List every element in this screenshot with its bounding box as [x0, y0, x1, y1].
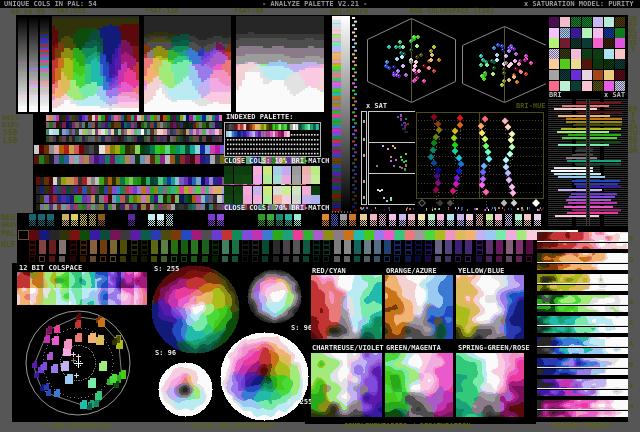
primary-range-letter-M: M: [629, 403, 634, 411]
primary-range-letter-B: B: [629, 361, 634, 369]
primary-range-letter-Y: Y: [629, 277, 634, 285]
colorspace-title: RGB-COLORSPACE (ISO): [410, 7, 495, 15]
comp-panel-red-cyan[interactable]: [311, 275, 382, 339]
disc-label-0: S: 255: [154, 265, 180, 273]
sat-panel-label-128: *SAT:128: [145, 7, 179, 15]
colspace12-tiles: [17, 272, 147, 305]
colspace12-label: 12 BIT COLSPACE: [19, 264, 83, 272]
primary-range-letter-O: O: [629, 256, 634, 264]
comp-label-4: GREEN/MAGENTA: [386, 344, 441, 352]
close-cols-10-label: CLOSE COLS: 10% BRI-MATCH: [224, 157, 330, 165]
sat-axis-label: x SAT: [604, 91, 626, 99]
disc-label-1: S: 96: [291, 324, 313, 332]
primary-range-letter-R: R: [629, 235, 634, 243]
comp-label-1: ORANGE/AZURE: [386, 267, 437, 275]
palette-strip-s50: [46, 129, 222, 135]
indexed-palette-title: INDEXED PALETTE:: [226, 113, 294, 121]
bri-sat-side-label: BRI & SATURATION: [628, 105, 640, 155]
hlf-row-label: HLF: [1, 240, 16, 249]
disc-label-3: S: 255: [287, 398, 313, 406]
polar-hue-saturation-plot[interactable]: [14, 305, 150, 421]
comp-panel-spring-green-rose[interactable]: [456, 353, 524, 417]
comp-panel-green-magenta[interactable]: [385, 353, 453, 417]
primary-ranges-strips[interactable]: [537, 232, 628, 421]
hue-ticks-row: [360, 207, 546, 212]
primary-range-letter-G: G: [629, 298, 634, 306]
bri-match-strip: [330, 15, 357, 213]
saturation-model: x SATURATION MODEL: PURITY: [524, 0, 634, 8]
palette-strip-l50: [46, 136, 222, 142]
bri-hue-chart[interactable]: [415, 110, 546, 207]
hue-brightness-map-sat48[interactable]: [236, 16, 324, 112]
comp-label-2: YELLOW/BLUE: [458, 267, 505, 275]
ramp-columns-label: R0 50 85: [11, 8, 45, 16]
indexed-palette-box[interactable]: [224, 122, 321, 157]
pal-row-label: PAL: [1, 229, 16, 238]
sat-scatter-label: x SAT: [366, 102, 388, 110]
status-primary-ranges: PRIMARY RANGES: [552, 422, 612, 430]
palette-strip-b10: [46, 122, 222, 128]
hue-brightness-map-sat255[interactable]: [52, 16, 139, 112]
status-hue-saturation: * HUE-SATURATION: [43, 422, 111, 430]
gray-row-label: GRAY: [1, 221, 18, 229]
gray-ramp-column-50: [29, 16, 38, 112]
close-cols-10-swatches: [224, 166, 320, 184]
palette-strip-b65: [46, 115, 222, 121]
useful-mixes-grid[interactable]: [548, 16, 628, 91]
close-cols-70-label: CLOSE COLS: 70% BRI-MATCH: [224, 204, 330, 212]
comp-panel-yellow-blue[interactable]: [456, 275, 524, 339]
comp-label-0: RED/CYAN: [312, 267, 346, 275]
hue-brightness-map-sat128[interactable]: [144, 16, 231, 112]
sat-panel-label-255: *SAT:255: [52, 7, 86, 15]
gray-ramp-column-85: [40, 16, 49, 112]
strip-label-l50: L50: [3, 136, 18, 145]
primary-range-letter-A: A: [629, 340, 634, 348]
comp-panel-orange-azure[interactable]: [385, 275, 453, 339]
primary-range-letter-C: C: [629, 319, 634, 327]
primary-range-letter-V: V: [629, 382, 634, 390]
gray-ramp-column-0: [18, 16, 27, 112]
bri-sat-bars-chart[interactable]: [548, 99, 628, 226]
close-cols-70-swatches: [224, 186, 320, 204]
rgb-colorspace-cubes[interactable]: [360, 16, 546, 110]
comp-panel-chartreuse-violet[interactable]: [311, 353, 382, 417]
app-title: - ANALYZE PALETTE V2.21 -: [262, 0, 368, 8]
sat-scatter-boxes[interactable]: [360, 110, 416, 207]
status-polar-hue-brightness: * POLAR HUE-BRIGHTNESS: [184, 422, 277, 430]
bri-hue-label: BRI-HUE: [516, 102, 546, 110]
sat-panel-label-48: *SAT:48: [234, 7, 264, 15]
analyze-palette-screen: UNIQUE COLS IN PAL: 54 - ANALYZE PALETTE…: [0, 0, 640, 432]
neutral-pins-row: [17, 213, 547, 228]
comp-label-3: CHARTREUSE/VIOLET: [312, 344, 384, 352]
useful-mixes-title: USEFUL MIXES: [628, 15, 638, 53]
disc-label-2: S: 96: [155, 349, 177, 357]
palette-row: [17, 230, 578, 240]
half-brightness-row: [17, 240, 578, 262]
status-complementaries: COMPLEMENTARIES / DESATURATION: [344, 422, 471, 430]
comp-label-5: SPRING-GREEN/ROSE: [458, 344, 530, 352]
bri-axis-label: BRI: [549, 91, 562, 99]
